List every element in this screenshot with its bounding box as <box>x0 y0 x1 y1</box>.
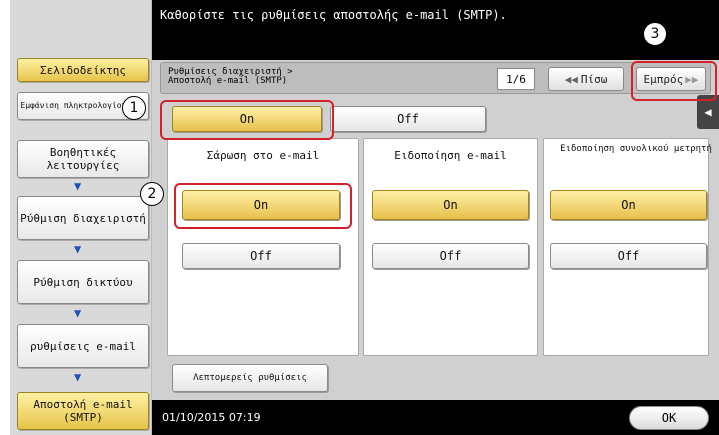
email-notification-off-button[interactable]: Off <box>372 243 529 269</box>
breadcrumb-line-2: Αποστολή e-mail (SMTP) <box>168 76 288 86</box>
callout-number-2: 2 <box>140 182 164 206</box>
highlight-ring-1 <box>160 100 334 140</box>
bookmark-button[interactable]: Σελιδοδείκτης <box>17 58 149 82</box>
date-time: 01/10/2015 07:19 <box>162 411 261 424</box>
detail-settings-button[interactable]: Λεπτομερείς ρυθμίσεις <box>172 364 328 392</box>
back-label: Πίσω <box>580 72 608 86</box>
left-arrow-icon: ◀ <box>704 105 712 119</box>
page-indicator: 1/6 <box>497 68 535 90</box>
panel-title: Ειδοποίηση e-mail <box>394 149 507 162</box>
highlight-ring-3 <box>631 61 717 101</box>
down-arrow-icon: ▼ <box>74 242 82 256</box>
sidebar-item-email-smtp[interactable]: Αποστολή e-mail (SMTP) <box>17 392 149 430</box>
scan-to-email-off-button[interactable]: Off <box>182 243 340 269</box>
sidebar-item-utility[interactable]: Βοηθητικές λειτουργίες <box>17 140 149 178</box>
back-button[interactable]: ◀◀ Πίσω <box>548 67 624 91</box>
top-message-bar: Καθορίστε τις ρυθμίσεις αποστολής e-mail… <box>152 0 719 60</box>
instruction-text: Καθορίστε τις ρυθμίσεις αποστολής e-mail… <box>160 8 507 22</box>
callout-number-1: 1 <box>122 96 146 120</box>
highlight-ring-2 <box>174 183 352 229</box>
sidebar-item-network-settings[interactable]: Ρύθμιση δικτύου <box>17 260 149 304</box>
double-left-arrow-icon: ◀◀ <box>564 72 578 86</box>
sidebar-item-email-settings[interactable]: ρυθμίσεις e-mail <box>17 324 149 368</box>
total-counter-on-button[interactable]: On <box>550 190 707 220</box>
total-counter-off-button[interactable]: Off <box>550 243 707 269</box>
left-sidebar: Σελιδοδείκτης Εμφάνιση πληκτρολογίου αφή… <box>10 0 152 435</box>
email-notification-on-button[interactable]: On <box>372 190 529 220</box>
ok-button[interactable]: OK <box>629 406 709 430</box>
callout-number-3: 3 <box>643 22 667 46</box>
breadcrumb: Ρυθμίσεις διαχειριστή > Αποστολή e-mail … <box>168 68 388 86</box>
down-arrow-icon: ▼ <box>74 179 82 193</box>
down-arrow-icon: ▼ <box>74 370 82 384</box>
panel-title: Ειδοποίηση συνολικού μετρητή <box>560 144 712 154</box>
panel-title: Σάρωση στο e-mail <box>206 149 320 162</box>
sidebar-item-admin-settings[interactable]: Ρύθμιση διαχειριστή <box>17 196 149 240</box>
main-off-button[interactable]: Off <box>330 106 486 132</box>
down-arrow-icon: ▼ <box>74 306 82 320</box>
